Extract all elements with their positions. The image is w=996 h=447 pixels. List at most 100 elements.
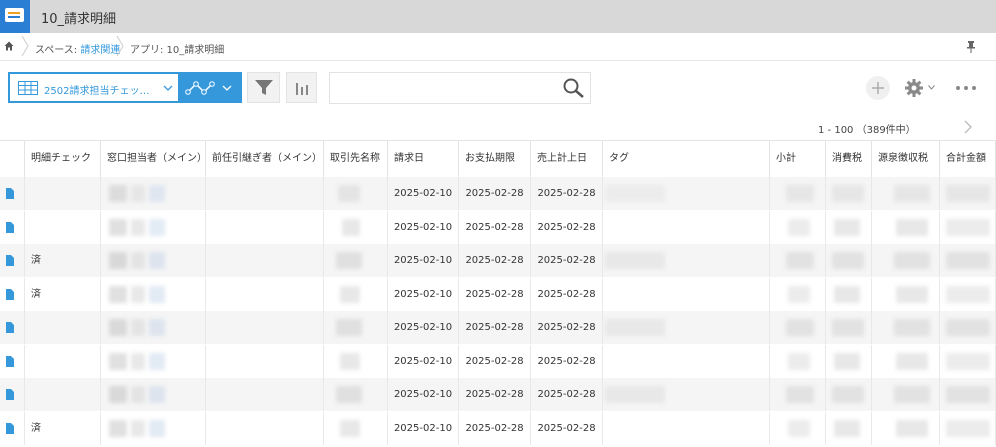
- breadcrumb-space[interactable]: スペース: 請求関連: [35, 41, 120, 56]
- table-row[interactable]: 2025-02-10 2025-02-28 2025-02-28: [0, 311, 996, 344]
- table-row[interactable]: 2025-02-10 2025-02-28 2025-02-28: [0, 177, 996, 210]
- settings-button[interactable]: [905, 78, 939, 100]
- table-row[interactable]: 済 2025-02-10 2025-02-28 2025-02-28: [0, 411, 996, 445]
- chart-button[interactable]: [286, 72, 317, 103]
- column-header[interactable]: 前任引継ぎ者（メイン）: [206, 141, 324, 177]
- row-detail-cell[interactable]: [0, 277, 25, 311]
- column-header[interactable]: お支払期限: [459, 141, 531, 177]
- row-detail-cell[interactable]: [0, 210, 25, 244]
- row-detail-cell[interactable]: [0, 244, 25, 277]
- sales-date-cell: 2025-02-28: [531, 177, 603, 210]
- table-row[interactable]: 2025-02-10 2025-02-28 2025-02-28: [0, 378, 996, 411]
- row-detail-cell[interactable]: [0, 411, 25, 445]
- breadcrumb: スペース: 請求関連 アプリ: 10_請求明細: [0, 33, 996, 61]
- check-cell: 済: [25, 277, 101, 311]
- app-header: 10_請求明細: [0, 0, 996, 33]
- due-date-cell: 2025-02-28: [459, 277, 531, 311]
- redacted-cell: [206, 244, 324, 277]
- invoice-date-cell: 2025-02-10: [388, 378, 459, 411]
- redacted-cell: [206, 344, 324, 378]
- column-header-icon: [0, 141, 25, 177]
- table-row[interactable]: 2025-02-10 2025-02-28 2025-02-28: [0, 210, 996, 244]
- document-icon[interactable]: [6, 355, 14, 367]
- document-icon[interactable]: [6, 422, 14, 434]
- redacted-block: [109, 218, 127, 236]
- redacted-block: [109, 386, 127, 403]
- redacted-block: [336, 386, 362, 403]
- document-icon[interactable]: [6, 389, 14, 400]
- chevron-down-icon: [163, 85, 173, 91]
- row-detail-cell[interactable]: [0, 311, 25, 344]
- document-icon[interactable]: [6, 288, 14, 300]
- redacted-block: [149, 319, 165, 336]
- redacted-block: [834, 285, 860, 303]
- redacted-block: [131, 252, 145, 269]
- document-icon[interactable]: [6, 221, 14, 233]
- redacted-block: [605, 185, 665, 202]
- column-header[interactable]: 小計: [770, 141, 826, 177]
- due-date-cell: 2025-02-28: [459, 177, 531, 210]
- column-header[interactable]: 消費税: [826, 141, 872, 177]
- redacted-block: [786, 252, 814, 269]
- column-header[interactable]: 源泉徴収税: [872, 141, 940, 177]
- more-options-icon[interactable]: [955, 83, 977, 93]
- document-icon[interactable]: [6, 255, 14, 266]
- search-icon[interactable]: [562, 77, 586, 99]
- table-row[interactable]: 済 2025-02-10 2025-02-28 2025-02-28: [0, 244, 996, 277]
- column-header[interactable]: 明細チェック: [25, 141, 101, 177]
- redacted-block: [946, 386, 990, 403]
- search-input[interactable]: [334, 77, 558, 101]
- redacted-block: [605, 252, 665, 269]
- document-icon[interactable]: [6, 322, 14, 333]
- column-header[interactable]: 窓口担当者（メイン）: [101, 141, 206, 177]
- redacted-block: [946, 419, 990, 437]
- check-cell: [25, 378, 101, 411]
- row-detail-cell[interactable]: [0, 378, 25, 411]
- redacted-block: [109, 419, 127, 437]
- redacted-block: [109, 285, 127, 303]
- column-header[interactable]: 合計金額: [940, 141, 996, 177]
- redacted-cell: [206, 378, 324, 411]
- due-date-cell: 2025-02-28: [459, 311, 531, 344]
- view-selector[interactable]: 2502請求担当チェッ…: [8, 72, 180, 103]
- invoice-date-cell: 2025-02-10: [388, 210, 459, 244]
- redacted-block: [834, 352, 860, 370]
- column-header[interactable]: 売上計上日: [531, 141, 603, 177]
- redacted-cell: [603, 210, 770, 244]
- document-icon[interactable]: [6, 188, 14, 199]
- chevron-down-icon: [928, 85, 935, 90]
- breadcrumb-app[interactable]: アプリ: 10_請求明細: [130, 41, 224, 56]
- graph-button[interactable]: [180, 72, 242, 103]
- due-date-cell: 2025-02-28: [459, 344, 531, 378]
- add-record-button[interactable]: [866, 76, 890, 100]
- redacted-block: [832, 319, 864, 336]
- row-detail-cell[interactable]: [0, 344, 25, 378]
- filter-button[interactable]: [247, 72, 280, 103]
- redacted-block: [342, 218, 360, 236]
- redacted-cell: [206, 210, 324, 244]
- redacted-block: [109, 352, 127, 370]
- redacted-block: [896, 352, 928, 370]
- sales-date-cell: 2025-02-28: [531, 277, 603, 311]
- pin-icon[interactable]: [966, 41, 976, 53]
- next-page-icon[interactable]: [963, 120, 973, 134]
- breadcrumb-space-link[interactable]: 請求関連: [80, 45, 120, 56]
- column-header[interactable]: タグ: [603, 141, 770, 177]
- table-row[interactable]: 済 2025-02-10 2025-02-28 2025-02-28: [0, 277, 996, 311]
- table-view-icon: [18, 81, 38, 95]
- search-box[interactable]: [329, 72, 591, 104]
- table-row[interactable]: 2025-02-10 2025-02-28 2025-02-28: [0, 344, 996, 378]
- row-detail-cell[interactable]: [0, 177, 25, 210]
- column-header[interactable]: 取引先名称: [324, 141, 388, 177]
- redacted-block: [788, 285, 810, 303]
- breadcrumb-separator-icon: [21, 36, 29, 56]
- redacted-block: [832, 185, 864, 202]
- column-header[interactable]: 請求日: [388, 141, 459, 177]
- redacted-cell: [206, 311, 324, 344]
- redacted-block: [131, 319, 145, 336]
- redacted-block: [131, 218, 145, 236]
- home-icon[interactable]: [4, 41, 14, 51]
- invoice-date-cell: 2025-02-10: [388, 277, 459, 311]
- redacted-block: [786, 386, 814, 403]
- check-cell: 済: [25, 244, 101, 277]
